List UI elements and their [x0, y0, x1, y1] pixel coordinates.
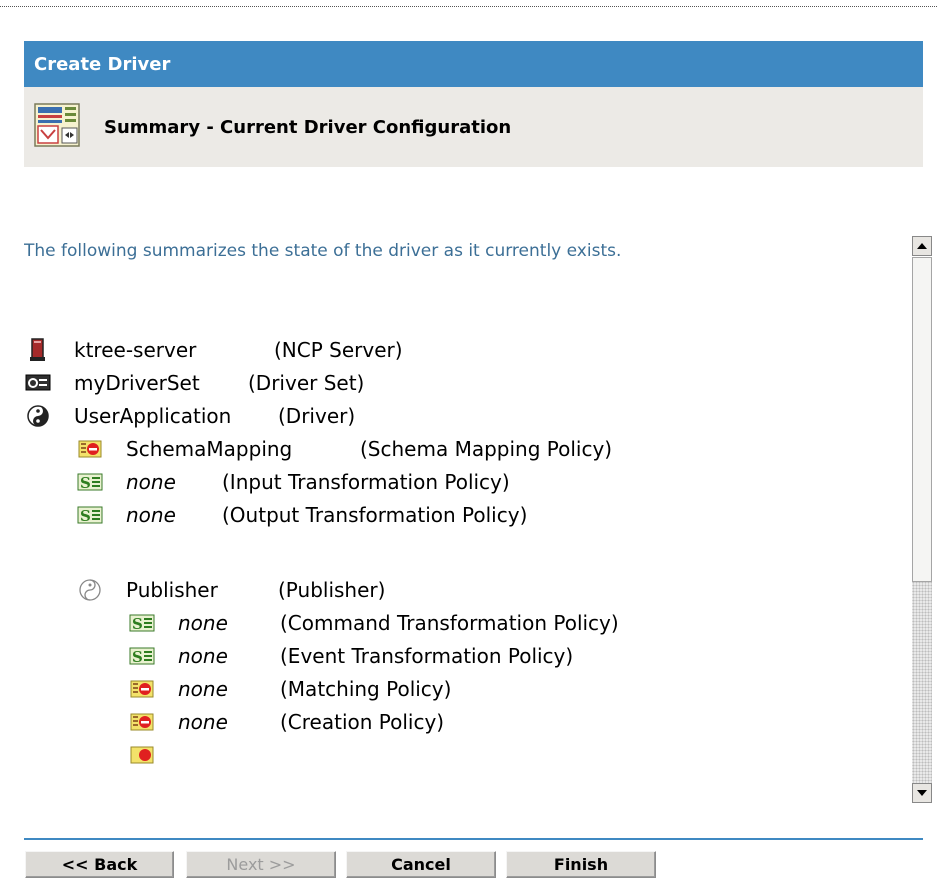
finish-button[interactable]: Finish — [506, 851, 656, 878]
tree-item-clipped — [128, 737, 178, 773]
policy-icon — [128, 676, 156, 702]
tree-item-command-transformation: S none (Command Transformation Policy) — [128, 605, 619, 641]
summary-content: The following summarizes the state of th… — [24, 236, 914, 790]
tree-item-type: (Schema Mapping Policy) — [360, 437, 613, 461]
tree-item-type: (Output Transformation Policy) — [222, 503, 528, 527]
wizard-subheader: Summary - Current Driver Configuration — [24, 87, 923, 167]
tree-item-driver-set: myDriverSet (Driver Set) — [24, 365, 364, 401]
svg-text:S: S — [132, 648, 143, 665]
stylesheet-icon: S — [128, 643, 156, 669]
tree-item-name: UserApplication — [74, 404, 232, 428]
tree-item-matching-policy: none (Matching Policy) — [128, 671, 451, 707]
tree-item-type: (Driver) — [278, 404, 356, 428]
arrow-down-icon — [917, 790, 927, 796]
tree-item-event-transformation: S none (Event Transformation Policy) — [128, 638, 573, 674]
tree-item-type: (Driver Set) — [248, 371, 365, 395]
tree-item-name: none — [178, 677, 228, 701]
tree-item-type: (Publisher) — [278, 578, 386, 602]
tree-item-server: ktree-server (NCP Server) — [24, 332, 403, 368]
next-button[interactable]: Next >> — [186, 851, 336, 878]
arrow-up-icon — [917, 243, 927, 249]
policy-icon — [128, 709, 156, 735]
tree-item-name: SchemaMapping — [126, 437, 293, 461]
svg-text:S: S — [132, 615, 143, 632]
summary-config-icon — [32, 102, 104, 152]
wizard-subtitle: Summary - Current Driver Configuration — [104, 116, 512, 138]
footer-separator — [24, 838, 923, 840]
scroll-up-button[interactable] — [912, 236, 932, 256]
tree-item-name: ktree-server — [74, 338, 197, 362]
scroll-down-button[interactable] — [912, 783, 932, 803]
wizard-title-bar: Create Driver — [24, 41, 923, 87]
tree-item-input-transformation: S none (Input Transformation Policy) — [76, 464, 510, 500]
tree-item-name: none — [178, 710, 228, 734]
stylesheet-icon: S — [128, 610, 156, 636]
tree-item-name: none — [178, 611, 228, 635]
cancel-button[interactable]: Cancel — [346, 851, 496, 878]
tree-item-schema-mapping: SchemaMapping (Schema Mapping Policy) — [76, 431, 612, 467]
svg-text:S: S — [80, 474, 91, 491]
wizard-title: Create Driver — [34, 53, 171, 75]
tree-item-name: myDriverSet — [74, 371, 200, 395]
vertical-scrollbar[interactable] — [912, 236, 934, 804]
scroll-thumb[interactable] — [912, 257, 932, 582]
policy-icon — [76, 436, 104, 462]
tree-item-type: (NCP Server) — [274, 338, 403, 362]
tree-item-type: (Creation Policy) — [280, 710, 445, 734]
tree-item-output-transformation: S none (Output Transformation Policy) — [76, 497, 527, 533]
tree-item-name: none — [178, 644, 228, 668]
intro-text: The following summarizes the state of th… — [24, 241, 622, 261]
stylesheet-icon: S — [76, 502, 104, 528]
tree-item-creation-policy: none (Creation Policy) — [128, 704, 444, 740]
back-button[interactable]: << Back — [25, 851, 174, 878]
tree-item-driver: UserApplication (Driver) — [24, 398, 355, 434]
driver-set-icon — [24, 370, 52, 396]
tree-item-publisher: Publisher (Publisher) — [76, 572, 385, 608]
tree-item-name: Publisher — [126, 578, 218, 602]
server-icon — [24, 337, 52, 363]
publisher-icon — [76, 577, 104, 603]
tree-item-type: (Command Transformation Policy) — [280, 611, 619, 635]
tree-item-type: (Matching Policy) — [280, 677, 452, 701]
tree-item-type: (Input Transformation Policy) — [222, 470, 510, 494]
top-dotted-border — [0, 6, 937, 7]
policy-icon — [128, 742, 156, 768]
stylesheet-icon: S — [76, 469, 104, 495]
tree-item-name: none — [126, 503, 176, 527]
tree-item-name: none — [126, 470, 176, 494]
tree-item-type: (Event Transformation Policy) — [280, 644, 574, 668]
driver-yin-yang-icon — [24, 403, 52, 429]
svg-text:S: S — [80, 507, 91, 524]
